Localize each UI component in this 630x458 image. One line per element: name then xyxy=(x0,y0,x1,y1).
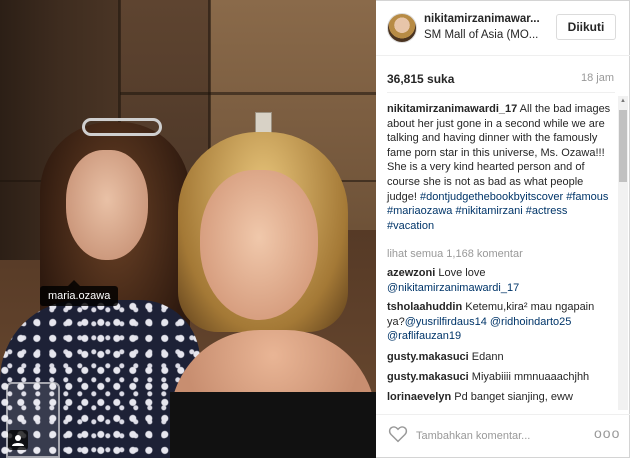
comment-item: gusty.makasuci Edann xyxy=(387,350,615,365)
comments-list: nikitamirzanimawardi_17 All the bad imag… xyxy=(376,96,616,410)
heart-outline-icon[interactable] xyxy=(388,425,408,448)
caption: nikitamirzanimawardi_17 All the bad imag… xyxy=(387,102,615,233)
comment-mention[interactable]: @yusrilfirdaus14 @ridhoindarto25 @raflif… xyxy=(387,316,571,343)
caption-hashtags[interactable]: #dontjudgethebookbyitscover #famous #mar… xyxy=(387,191,608,232)
comments-scrollbar[interactable]: ▲ xyxy=(618,96,628,410)
comment-username[interactable]: azewzoni xyxy=(387,267,435,279)
caption-text: All the bad images about her just gone i… xyxy=(387,103,611,203)
comment-text: Edann xyxy=(468,351,504,363)
scroll-up-icon[interactable]: ▲ xyxy=(618,96,628,106)
comment-item: gusty.makasuci Miyabiiii mmnuaaachjhh xyxy=(387,370,615,385)
comment-username[interactable]: gusty.makasuci xyxy=(387,371,469,383)
comment-text: Miyabiiii mmnuaaachjhh xyxy=(468,371,590,383)
more-options-icon[interactable]: ooo xyxy=(594,425,620,441)
follow-button[interactable]: Diikuti xyxy=(556,14,616,40)
photo-bg-seam xyxy=(120,92,376,95)
comment-text: Pd banget sianjing, eww xyxy=(451,391,573,403)
avatar[interactable] xyxy=(387,13,417,43)
comment-username[interactable]: tsholaahuddin xyxy=(387,301,462,313)
post-username[interactable]: nikitamirzanimawar... xyxy=(424,13,540,25)
comment-input[interactable] xyxy=(416,425,566,447)
post-location[interactable]: SM Mall of Asia (MO... xyxy=(424,29,538,41)
comment-item: azewzoni Love love @nikitamirzanimawardi… xyxy=(387,266,615,295)
photo-person-left-face xyxy=(66,150,148,260)
likes-count[interactable]: 36,815 suka xyxy=(387,72,454,86)
people-tag[interactable]: maria.ozawa xyxy=(40,280,119,306)
photo-person-right-face xyxy=(200,170,318,320)
comment-username[interactable]: gusty.makasuci xyxy=(387,351,469,363)
view-all-comments-link[interactable]: lihat semua 1,168 komentar xyxy=(387,248,523,260)
photo-sunglasses xyxy=(82,118,162,136)
comment-text: Love love xyxy=(435,267,486,279)
add-comment-bar: ooo xyxy=(376,414,630,458)
post-time: 18 jam xyxy=(580,72,614,84)
comment-mention[interactable]: @nikitamirzanimawardi_17 xyxy=(387,282,519,294)
divider xyxy=(387,92,615,93)
post-header: nikitamirzanimawar... SM Mall of Asia (M… xyxy=(376,0,630,56)
user-tag-icon[interactable] xyxy=(8,430,28,450)
post-photo[interactable]: maria.ozawa xyxy=(0,0,376,458)
comment-item: tsholaahuddin Ketemu,kira² mau ngapain y… xyxy=(387,300,615,344)
post-side-panel: nikitamirzanimawar... SM Mall of Asia (M… xyxy=(376,0,630,458)
scrollbar-thumb[interactable] xyxy=(619,110,627,182)
photo-person-right-top xyxy=(170,392,376,458)
caption-username[interactable]: nikitamirzanimawardi_17 xyxy=(387,103,517,115)
comment-item: lorinaevelyn Pd banget sianjing, eww xyxy=(387,390,615,405)
comment-username[interactable]: lorinaevelyn xyxy=(387,391,451,403)
